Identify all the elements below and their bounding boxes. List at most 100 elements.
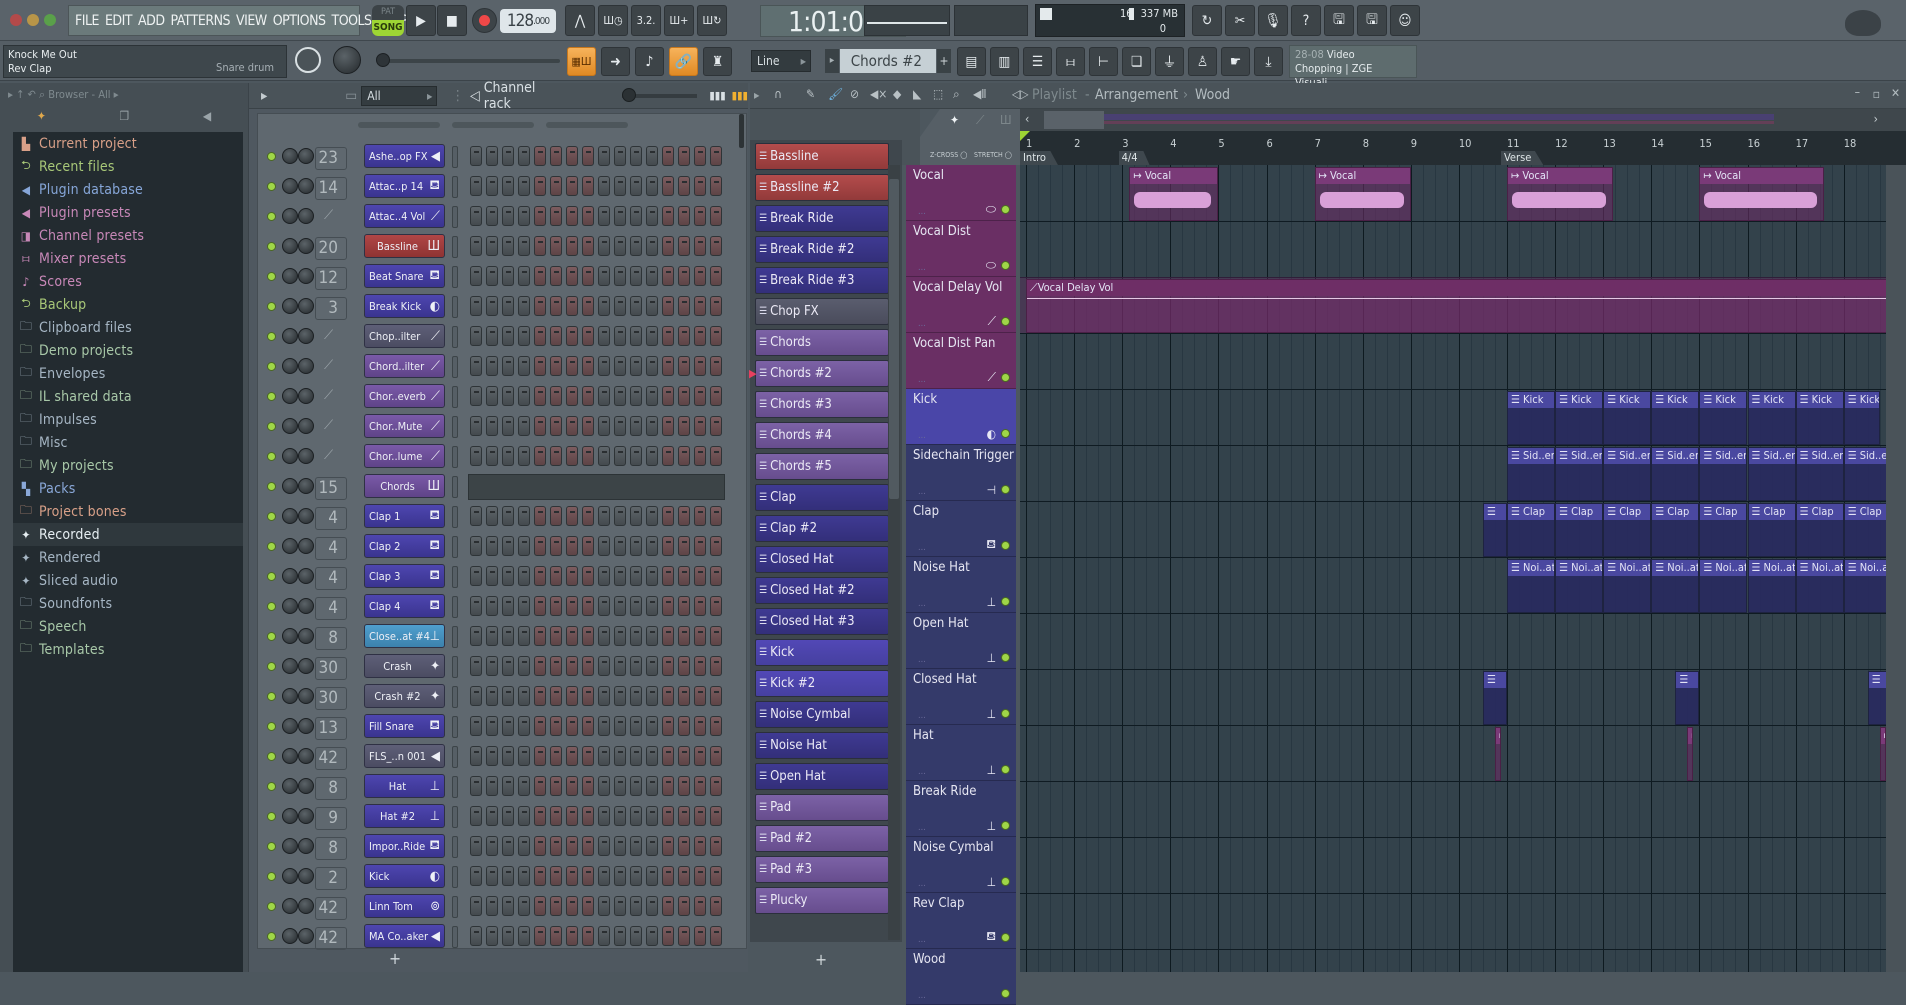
step-button[interactable] [486, 656, 498, 676]
step-button[interactable] [486, 356, 498, 376]
step-button[interactable] [486, 296, 498, 316]
step-button[interactable] [566, 146, 578, 166]
track-header[interactable]: Vocal Dist... ⬭ [906, 221, 1016, 277]
step-button[interactable] [694, 626, 706, 646]
step-button[interactable] [502, 716, 514, 736]
channel-pan-knob[interactable] [282, 868, 298, 884]
step-button[interactable] [534, 536, 546, 556]
step-button[interactable] [646, 446, 658, 466]
channel-slider-b[interactable] [452, 122, 534, 128]
step-button[interactable] [710, 506, 722, 526]
step-button[interactable] [470, 626, 482, 646]
track-mute-led[interactable] [1001, 653, 1010, 662]
channel-pan-knob[interactable] [282, 298, 298, 314]
playlist-clip[interactable]: ☰ Clap [1699, 503, 1748, 557]
channel-pan-knob[interactable] [282, 148, 298, 164]
step-button[interactable] [518, 716, 530, 736]
step-mode-button[interactable]: ➜ [601, 47, 630, 76]
step-button[interactable] [566, 716, 578, 736]
step-button[interactable] [710, 266, 722, 286]
track-mute-led[interactable] [1001, 765, 1010, 774]
channel-button[interactable]: Beat Snare ⛾ [364, 264, 445, 288]
track-options[interactable]: ... [918, 823, 926, 833]
channel-button[interactable]: Hat ⊥ [364, 774, 445, 798]
step-button[interactable] [502, 146, 514, 166]
playlist-clip[interactable]: ☰ Sid..er [1747, 447, 1796, 501]
step-button[interactable] [630, 266, 642, 286]
browser-item-project-bones[interactable]: 🗀 Project bones [13, 500, 243, 523]
step-button[interactable] [470, 266, 482, 286]
channel-button[interactable]: Crash #2 ✦ [364, 684, 445, 708]
mixer-track-number[interactable]: 3 [315, 297, 347, 320]
step-button[interactable] [678, 446, 690, 466]
channel-mute-led[interactable] [267, 902, 276, 911]
playlist-clip[interactable]: ☰ Sid..er [1507, 447, 1556, 501]
step-button[interactable] [470, 236, 482, 256]
browser-item-il-shared-data[interactable]: 🗀 IL shared data [13, 385, 243, 408]
channel-button[interactable]: Clap 1 ⛾ [364, 504, 445, 528]
step-button[interactable] [470, 566, 482, 586]
timeline-marker[interactable]: 4/4 [1118, 151, 1150, 165]
channel-mute-led[interactable] [267, 332, 276, 341]
mixer-track-number[interactable]: 13 [315, 717, 347, 740]
pattern-selector[interactable]: Chords #2 [840, 49, 936, 73]
step-button[interactable] [534, 836, 546, 856]
step-button[interactable] [470, 656, 482, 676]
step-button[interactable] [502, 566, 514, 586]
zcross-toggle[interactable]: Z-CROSS ◯ [930, 151, 967, 159]
channel-button[interactable]: Chor..everb ⟋ [364, 384, 445, 408]
track-header[interactable]: Break Ride... ⊥ [906, 781, 1016, 837]
channel-button[interactable]: Clap 3 ⛾ [364, 564, 445, 588]
step-button[interactable] [486, 506, 498, 526]
channel-pan-knob[interactable] [282, 508, 298, 524]
download-button[interactable]: ⤓ [1254, 47, 1283, 76]
step-button[interactable] [550, 176, 562, 196]
step-button[interactable] [694, 536, 706, 556]
step-button[interactable] [486, 926, 498, 946]
playlist-clip[interactable]: ☰ Kick [1651, 391, 1700, 445]
step-button[interactable] [630, 536, 642, 556]
playlist-clip[interactable]: ☰ Noi..at [1699, 559, 1748, 613]
step-button[interactable] [566, 866, 578, 886]
step-button[interactable] [710, 596, 722, 616]
track-mute-led[interactable] [1001, 373, 1010, 382]
channel-volume-knob[interactable] [298, 418, 314, 434]
step-button[interactable] [502, 926, 514, 946]
step-button[interactable] [646, 626, 658, 646]
step-button[interactable] [646, 716, 658, 736]
browser-item-my-projects[interactable]: 🗀 My projects [13, 454, 243, 477]
channel-pan-knob[interactable] [282, 538, 298, 554]
step-button[interactable] [630, 686, 642, 706]
step-button[interactable] [502, 686, 514, 706]
picker-item[interactable]: ☰ Chords #4 [755, 422, 889, 449]
step-button[interactable] [470, 926, 482, 946]
track-header[interactable]: Rev Clap... ⛾ [906, 893, 1016, 949]
wait-input-button[interactable]: Ш◷ [598, 5, 628, 36]
channel-volume-knob[interactable] [298, 178, 314, 194]
step-button[interactable] [470, 446, 482, 466]
piano-roll-snap-button[interactable]: ▦Ш [567, 47, 596, 76]
step-button[interactable] [630, 566, 642, 586]
step-button[interactable] [518, 386, 530, 406]
channel-pan-knob[interactable] [282, 238, 298, 254]
step-button[interactable] [534, 446, 546, 466]
step-button[interactable] [678, 866, 690, 886]
step-button[interactable] [710, 386, 722, 406]
track-options[interactable]: ... [918, 711, 926, 721]
picker-item[interactable]: ☰ Chords #3 [755, 391, 889, 418]
step-button[interactable] [662, 836, 674, 856]
channel-select[interactable] [452, 926, 458, 948]
channel-button[interactable]: Attac..p 14 ⛾ [364, 174, 445, 198]
step-button[interactable] [678, 416, 690, 436]
channel-select[interactable] [452, 626, 458, 648]
step-button[interactable] [614, 146, 626, 166]
mute-icon[interactable]: ◀× [870, 87, 887, 101]
step-button[interactable] [550, 596, 562, 616]
export-button[interactable]: 🖫 [1357, 5, 1387, 36]
step-button[interactable] [646, 926, 658, 946]
channel-volume-knob[interactable] [298, 148, 314, 164]
step-button[interactable] [518, 446, 530, 466]
channel-select[interactable] [452, 326, 458, 348]
news-panel[interactable]: 28-08 Video Chopping | ZGE Visuali.. [1289, 45, 1417, 89]
step-button[interactable] [518, 806, 530, 826]
